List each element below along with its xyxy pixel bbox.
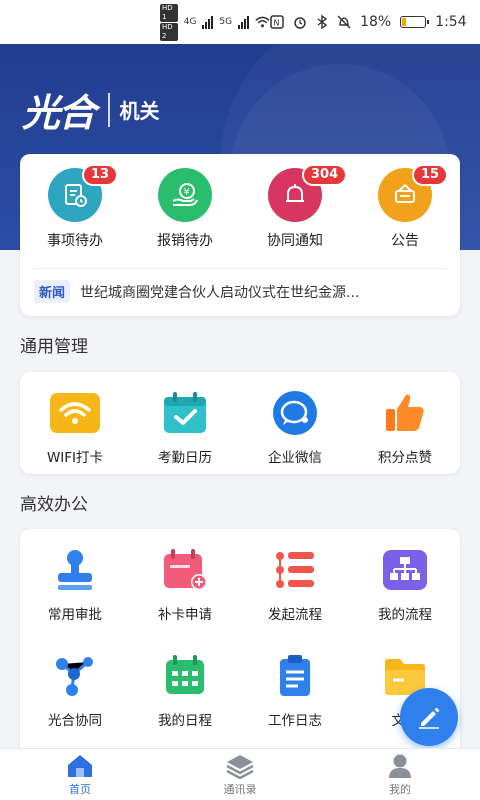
quick-action-todo[interactable]: 13 事项待办 <box>30 164 120 254</box>
my-schedule-label: 我的日程 <box>158 713 212 729</box>
start-process-button[interactable]: 发起流程 <box>240 547 350 623</box>
mute-icon <box>337 15 351 29</box>
app-logo: 光合 机关 <box>22 82 160 137</box>
common-approval-button[interactable]: 常用审批 <box>20 547 130 623</box>
quick-action-label: 协同通知 <box>267 233 323 249</box>
quick-action-label: 报销待办 <box>157 233 213 249</box>
battery-icon <box>400 16 430 28</box>
divider <box>34 268 446 269</box>
card-reissue-label: 补卡申请 <box>158 607 212 623</box>
alarm-icon <box>294 17 306 29</box>
tab-home[interactable]: 首页 <box>20 753 140 797</box>
thumbs-up-icon <box>377 390 433 436</box>
bluetooth-icon <box>317 15 328 29</box>
tab-home-label: 首页 <box>69 782 91 796</box>
status-indicators: HD 1 HD 2 4G 5G <box>160 3 270 41</box>
status-bar: HD 1 HD 2 4G 5G N 18% 1:54 <box>0 0 480 44</box>
svg-text:N: N <box>274 19 280 28</box>
news-ticker[interactable]: 新闻 世纪城商圈党建合伙人启动仪式在世纪金源... <box>34 280 446 303</box>
points-like-button[interactable]: 积分点赞 <box>350 390 460 466</box>
general-card: WIFI打卡 考勤日历 企业微信 积分点赞 <box>20 372 460 474</box>
org-label: 机关 <box>119 99 160 123</box>
wecom-label: 企业微信 <box>268 450 322 466</box>
network-type-1: 4G <box>183 17 197 27</box>
notify-badge: 304 <box>302 164 348 186</box>
org-chart-icon <box>377 547 433 593</box>
my-process-label: 我的流程 <box>378 607 432 623</box>
announcement-badge: 15 <box>412 164 449 186</box>
hd2-label: HD 2 <box>160 22 178 41</box>
work-log-button[interactable]: 工作日志 <box>240 653 350 729</box>
home-icon <box>68 754 92 777</box>
quick-action-label: 公告 <box>391 233 419 249</box>
network-type-2: 5G <box>219 17 233 27</box>
signal-icon <box>202 15 214 29</box>
hd-indicator: HD 1 HD 2 <box>160 3 178 41</box>
wifi-icon <box>47 390 103 436</box>
card-reissue-button[interactable]: 补卡申请 <box>130 547 240 623</box>
wifi-status-icon <box>255 16 270 28</box>
attendance-calendar-button[interactable]: 考勤日历 <box>130 390 240 466</box>
quick-action-notify[interactable]: 304 协同通知 <box>250 164 348 254</box>
tab-profile[interactable]: 我的 <box>340 753 460 797</box>
tab-contacts-label: 通讯录 <box>223 782 257 796</box>
points-like-label: 积分点赞 <box>378 450 432 466</box>
common-approval-label: 常用审批 <box>48 607 102 623</box>
signal-icon-2 <box>238 15 250 29</box>
status-right: N 18% 1:54 <box>270 14 467 30</box>
todo-badge: 13 <box>82 164 119 186</box>
tab-profile-label: 我的 <box>389 782 411 796</box>
compose-fab[interactable] <box>400 688 458 746</box>
reimburse-icon: ¥ <box>158 168 212 222</box>
my-schedule-button[interactable]: 我的日程 <box>130 653 240 729</box>
news-tag: 新闻 <box>34 280 71 303</box>
edit-icon <box>419 707 440 729</box>
news-headline[interactable]: 世纪城商圈党建合伙人启动仪式在世纪金源... <box>80 282 359 302</box>
work-log-label: 工作日志 <box>268 713 322 729</box>
tab-contacts[interactable]: 通讯录 <box>180 753 300 797</box>
bottom-tab-bar: 首页 通讯录 我的 <box>0 748 480 800</box>
logo-text: 光合 <box>22 90 96 135</box>
user-icon <box>389 754 411 778</box>
nfc-icon: N <box>270 15 284 29</box>
guanghe-collab-button[interactable]: 光合协同 <box>20 653 130 729</box>
wifi-checkin-button[interactable]: WIFI打卡 <box>20 390 130 466</box>
wecom-icon <box>267 390 323 436</box>
network-icon <box>47 653 103 699</box>
layers-icon <box>226 754 254 779</box>
attendance-calendar-label: 考勤日历 <box>158 450 212 466</box>
guanghe-collab-label: 光合协同 <box>48 713 102 729</box>
clock: 1:54 <box>435 14 467 30</box>
logo-divider <box>108 92 110 127</box>
section-title-general: 通用管理 <box>20 337 88 357</box>
office-card: 常用审批 补卡申请 发起流程 我的流程 光合协同 我的日程 工作日志 <box>20 529 460 761</box>
my-process-button[interactable]: 我的流程 <box>350 547 460 623</box>
hd1-label: HD 1 <box>160 3 178 22</box>
calendar-add-icon <box>157 547 213 593</box>
wifi-checkin-label: WIFI打卡 <box>46 450 104 466</box>
stamp-icon <box>47 547 103 593</box>
quick-actions-card: 13 事项待办 ¥ 报销待办 304 协同通知 15 公告 新闻 世纪城商圈党建… <box>20 154 460 316</box>
svg-text:¥: ¥ <box>184 187 190 198</box>
clipboard-icon <box>267 653 323 699</box>
section-title-office: 高效办公 <box>20 495 88 515</box>
attendance-calendar-icon <box>157 390 213 436</box>
battery-percent: 18% <box>360 14 392 30</box>
quick-action-label: 事项待办 <box>47 233 103 249</box>
schedule-icon <box>157 653 213 699</box>
start-process-label: 发起流程 <box>268 607 322 623</box>
quick-action-announcement[interactable]: 15 公告 <box>360 164 450 254</box>
wecom-button[interactable]: 企业微信 <box>240 390 350 466</box>
quick-action-reimburse[interactable]: ¥ 报销待办 <box>140 168 230 254</box>
list-icon <box>267 547 323 593</box>
